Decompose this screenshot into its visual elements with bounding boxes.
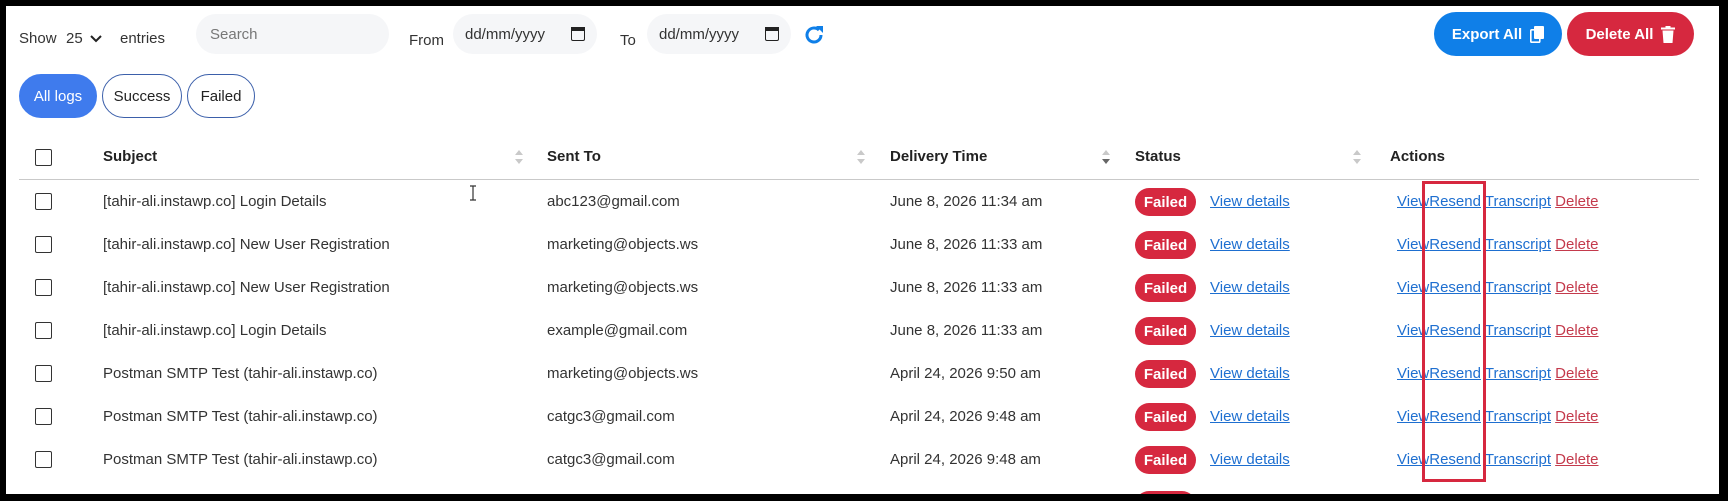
tab-success[interactable]: Success [102, 74, 182, 118]
calendar-icon[interactable] [571, 27, 585, 41]
row-subject: [tahir-ali.instawp.co] New User Registra… [103, 236, 390, 253]
view-details-link[interactable]: View details [1210, 451, 1290, 468]
sort-sent-to-icon[interactable] [857, 150, 865, 166]
search-input[interactable] [196, 14, 389, 54]
row-checkbox[interactable] [35, 279, 52, 296]
status-badge: Failed [1135, 274, 1196, 302]
row-checkbox[interactable] [35, 322, 52, 339]
column-sent-to[interactable]: Sent To [547, 148, 601, 165]
row-checkbox[interactable] [35, 193, 52, 210]
tab-failed[interactable]: Failed [187, 74, 255, 118]
row-sent-to: marketing@objects.ws [547, 236, 699, 253]
row-sent-to: example@gmail.com [547, 322, 688, 339]
status-badge: Failed [1135, 360, 1196, 388]
export-all-button[interactable]: Export All [1434, 12, 1562, 56]
row-subject: [tahir-ali.instawp.co] Login Details [103, 322, 327, 339]
entries-select-value: 25 [66, 30, 83, 47]
to-label: To [620, 32, 636, 49]
row-subject: Postman SMTP Test (tahir-ali.instawp.co) [103, 365, 378, 382]
log-filter-tabs: All logs Success Failed [19, 74, 255, 118]
status-badge: Failed [1135, 231, 1196, 259]
sort-subject-icon[interactable] [515, 150, 523, 166]
row-checkbox[interactable] [35, 451, 52, 468]
row-sent-to: marketing@objects.ws [547, 279, 699, 296]
column-subject[interactable]: Subject [103, 148, 157, 165]
table-header: Subject Sent To Delivery Time Status Act… [19, 136, 1699, 180]
text-cursor-icon [470, 185, 476, 201]
delete-link[interactable]: Delete [1555, 451, 1598, 468]
view-details-link[interactable]: View details [1210, 365, 1290, 382]
row-sent-to: catgc3@gmail.com [547, 408, 675, 425]
from-label: From [409, 32, 444, 49]
column-actions: Actions [1390, 148, 1446, 165]
delete-all-label: Delete All [1585, 25, 1654, 43]
row-subject: Postman SMTP Test (tahir-ali.instawp.co) [103, 451, 378, 468]
column-delivery-time[interactable]: Delivery Time [890, 148, 987, 165]
from-date-input[interactable]: dd/mm/yyyy [453, 14, 597, 54]
transcript-link[interactable]: Transcript [1485, 322, 1551, 339]
transcript-link[interactable]: Transcript [1485, 193, 1551, 210]
row-checkbox[interactable] [35, 408, 52, 425]
row-delivery-time: June 8, 2026 11:33 am [890, 322, 1043, 339]
row-delivery-time: June 8, 2026 11:34 am [890, 193, 1043, 210]
row-sent-to: marketing@objects.ws [547, 365, 699, 382]
delete-link[interactable]: Delete [1555, 322, 1598, 339]
row-delivery-time: April 24, 2026 9:48 am [890, 451, 1041, 468]
trash-icon [1661, 25, 1676, 43]
sort-status-icon[interactable] [1353, 150, 1361, 166]
row-delivery-time: June 8, 2026 11:33 am [890, 279, 1043, 296]
transcript-link[interactable]: Transcript [1485, 236, 1551, 253]
export-all-label: Export All [1451, 25, 1523, 43]
to-date-input[interactable]: dd/mm/yyyy [647, 14, 791, 54]
status-badge: Failed [1135, 446, 1196, 474]
row-sent-to: abc123@gmail.com [547, 193, 680, 210]
transcript-link[interactable]: Transcript [1485, 451, 1551, 468]
entries-label: entries [120, 30, 166, 47]
row-delivery-time: April 24, 2026 9:50 am [890, 365, 1041, 382]
from-date-placeholder: dd/mm/yyyy [465, 25, 546, 43]
to-date-placeholder: dd/mm/yyyy [659, 25, 740, 43]
status-badge [1135, 491, 1196, 494]
sort-delivery-time-icon[interactable] [1102, 150, 1110, 166]
delete-link[interactable]: Delete [1555, 408, 1598, 425]
entries-select[interactable]: 25 [66, 30, 103, 47]
transcript-link[interactable]: Transcript [1485, 365, 1551, 382]
delete-link[interactable]: Delete [1555, 193, 1598, 210]
view-details-link[interactable]: View details [1210, 322, 1290, 339]
tab-all-logs[interactable]: All logs [19, 74, 97, 118]
view-details-link[interactable]: View details [1210, 408, 1290, 425]
transcript-link[interactable]: Transcript [1485, 408, 1551, 425]
resend-column-highlight [1422, 181, 1486, 482]
delete-all-button[interactable]: Delete All [1567, 12, 1694, 56]
delete-link[interactable]: Delete [1555, 365, 1598, 382]
row-sent-to: catgc3@gmail.com [547, 451, 675, 468]
delete-link[interactable]: Delete [1555, 279, 1598, 296]
status-badge: Failed [1135, 317, 1196, 345]
toolbar: Show 25 entries From dd/mm/yyyy To dd/mm… [6, 6, 1719, 66]
transcript-link[interactable]: Transcript [1485, 279, 1551, 296]
copy-icon [1530, 25, 1545, 43]
row-delivery-time: April 24, 2026 9:48 am [890, 408, 1041, 425]
show-label: Show [19, 30, 57, 47]
column-status[interactable]: Status [1135, 148, 1181, 165]
select-all-checkbox[interactable] [35, 149, 52, 166]
row-checkbox[interactable] [35, 236, 52, 253]
status-badge: Failed [1135, 403, 1196, 431]
row-delivery-time: June 8, 2026 11:33 am [890, 236, 1043, 253]
status-badge: Failed [1135, 188, 1196, 216]
chevron-down-icon [89, 34, 102, 42]
calendar-icon[interactable] [765, 27, 779, 41]
email-log-panel: Show 25 entries From dd/mm/yyyy To dd/mm… [6, 6, 1719, 494]
row-subject: [tahir-ali.instawp.co] Login Details [103, 193, 327, 210]
refresh-icon [805, 26, 823, 44]
row-subject: [tahir-ali.instawp.co] New User Registra… [103, 279, 390, 296]
delete-link[interactable]: Delete [1555, 236, 1598, 253]
row-checkbox[interactable] [35, 365, 52, 382]
refresh-button[interactable] [799, 20, 829, 50]
view-details-link[interactable]: View details [1210, 279, 1290, 296]
view-details-link[interactable]: View details [1210, 193, 1290, 210]
row-subject: Postman SMTP Test (tahir-ali.instawp.co) [103, 408, 378, 425]
view-details-link[interactable]: View details [1210, 236, 1290, 253]
